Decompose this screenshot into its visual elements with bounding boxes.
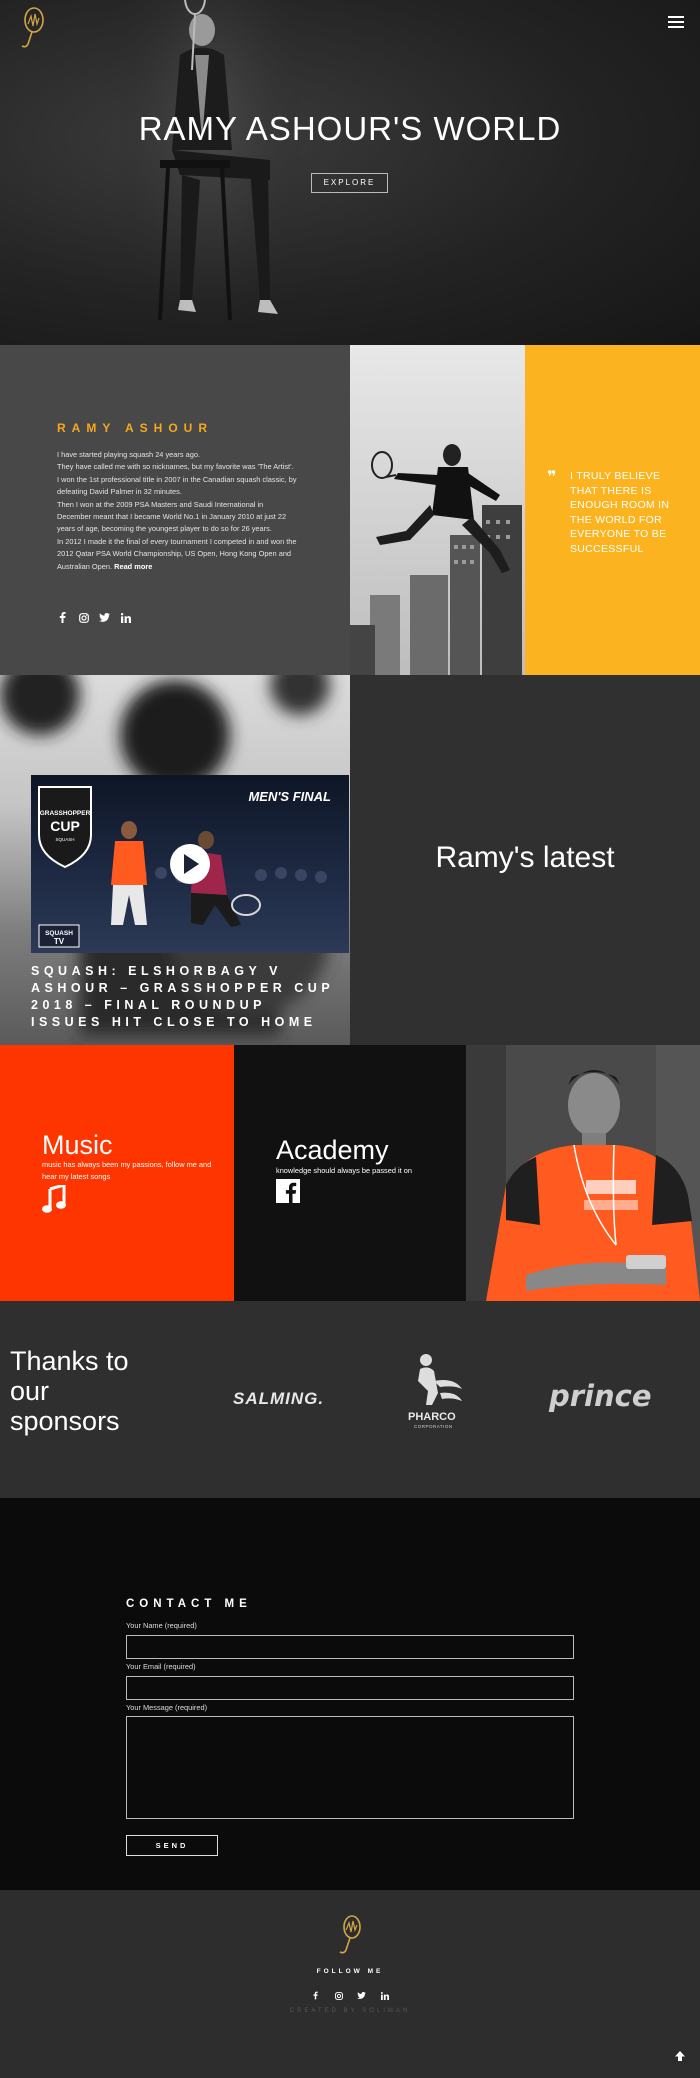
academy-subtitle: knowledge should always be passed it on [276, 1166, 412, 1175]
badge-top-text: GRASSHOPPER [40, 810, 91, 817]
squash-racket-logo-icon[interactable] [14, 6, 50, 50]
instagram-icon[interactable] [78, 612, 89, 623]
sponsor-salming-logo[interactable]: SALMING. [233, 1389, 324, 1409]
email-field-label: Your Email (required) [126, 1662, 196, 1671]
contact-section: CONTACT ME Your Name (required) Your Ema… [0, 1498, 700, 1890]
pharco-tagline: CORPORATION [414, 1424, 453, 1429]
name-field[interactable] [126, 1635, 574, 1659]
music-tile[interactable]: Music music has always been my passions,… [0, 1045, 234, 1301]
latest-heading-panel: Ramy's latest [350, 675, 700, 1045]
hamburger-menu-icon[interactable] [668, 16, 684, 28]
instagram-icon[interactable] [333, 1990, 344, 2001]
twitter-icon[interactable] [356, 1990, 367, 2001]
credits-text: CREATED BY SOLIMAN [289, 2008, 411, 2014]
academy-title: Academy [276, 1135, 389, 1165]
facebook-icon[interactable] [276, 1179, 300, 1203]
linkedin-icon[interactable] [379, 1990, 390, 2001]
send-button[interactable]: SEND [126, 1835, 218, 1856]
play-button-icon [170, 844, 210, 884]
about-bio: I have started playing squash 24 years a… [57, 449, 297, 573]
arrow-up-icon[interactable] [674, 2050, 686, 2062]
music-subtitle: music has always been my passions, follo… [42, 1160, 212, 1181]
follow-me-label: FOLLOW ME [316, 1968, 384, 1975]
latest-title: Ramy's latest [435, 841, 615, 874]
quote-text: I TRULY BELIEVE THAT THERE IS ENOUGH ROO… [570, 470, 670, 555]
footer: FOLLOW ME CREATED BY SOLIMAN [0, 1890, 700, 2078]
orange-shirt-player-photo [466, 1045, 700, 1301]
sponsors-title: Thanks to our sponsors [10, 1346, 129, 1436]
video-thumbnail[interactable]: GRASSHOPPER CUP SQUASH MEN'S FINAL SQUAS… [31, 775, 349, 953]
message-field[interactable] [126, 1716, 574, 1819]
quote-mark-icon: ❞ [547, 469, 557, 486]
bio-paragraph: I won the 1st professional title in 2007… [57, 474, 297, 497]
badge-sub-text: SQUASH [55, 837, 74, 842]
jumping-player-photo [350, 345, 525, 675]
music-note-icon [42, 1185, 66, 1213]
hero-title: RAMY ASHOUR'S WORLD [138, 110, 562, 147]
contact-title: CONTACT ME [126, 1598, 252, 1610]
email-field[interactable] [126, 1676, 574, 1700]
pharco-figure-icon [418, 1354, 462, 1405]
mens-final-text: MEN'S FINAL [248, 789, 331, 804]
about-social-links [57, 612, 131, 623]
about-name-heading: RAMY ASHOUR [57, 421, 214, 435]
footer-social-links [310, 1990, 390, 2001]
name-field-label: Your Name (required) [126, 1621, 197, 1630]
bio-paragraph: Then I won at the 2009 PSA Masters and S… [57, 499, 287, 534]
music-title: Music [42, 1130, 113, 1160]
badge-main-text: CUP [50, 818, 80, 834]
sponsor-pharco-logo[interactable]: PHARCO CORPORATION [404, 1353, 468, 1443]
academy-tile[interactable]: Academy knowledge should always be passe… [234, 1045, 466, 1301]
read-more-link[interactable]: Read more [114, 562, 152, 571]
video-title[interactable]: SQUASH: ELSHORBAGY V ASHOUR – GRASSHOPPE… [31, 963, 341, 1031]
squash-tv-logo-top: SQUASH [45, 930, 73, 937]
hero-section: RAMY ASHOUR'S WORLD EXPLORE [0, 0, 700, 345]
explore-button[interactable]: EXPLORE [311, 173, 388, 193]
bio-paragraph: They have called me with so nicknames, b… [57, 462, 294, 472]
latest-video-section: GRASSHOPPER CUP SQUASH MEN'S FINAL SQUAS… [0, 675, 350, 1045]
squash-racket-logo-icon[interactable] [334, 1914, 366, 1956]
facebook-icon[interactable] [310, 1990, 321, 2001]
twitter-icon[interactable] [99, 612, 110, 623]
sponsors-section: Thanks to our sponsors SALMING. PHARCO C… [0, 1301, 700, 1498]
squash-tv-logo-bottom: TV [54, 937, 65, 946]
quote-box: ❞ I TRULY BELIEVE THAT THERE IS ENOUGH R… [525, 345, 700, 675]
about-section: RAMY ASHOUR I have started playing squas… [0, 345, 350, 675]
pharco-name: PHARCO [408, 1411, 456, 1423]
hero-player-photo [120, 0, 300, 345]
bio-paragraph: In 2012 I made it the final of every tou… [57, 536, 297, 571]
message-field-label: Your Message (required) [126, 1703, 208, 1712]
facebook-icon[interactable] [57, 612, 68, 623]
sponsor-prince-logo[interactable]: prince [549, 1379, 652, 1413]
bio-paragraph: I have started playing squash 24 years a… [57, 450, 200, 459]
linkedin-icon[interactable] [120, 612, 131, 623]
